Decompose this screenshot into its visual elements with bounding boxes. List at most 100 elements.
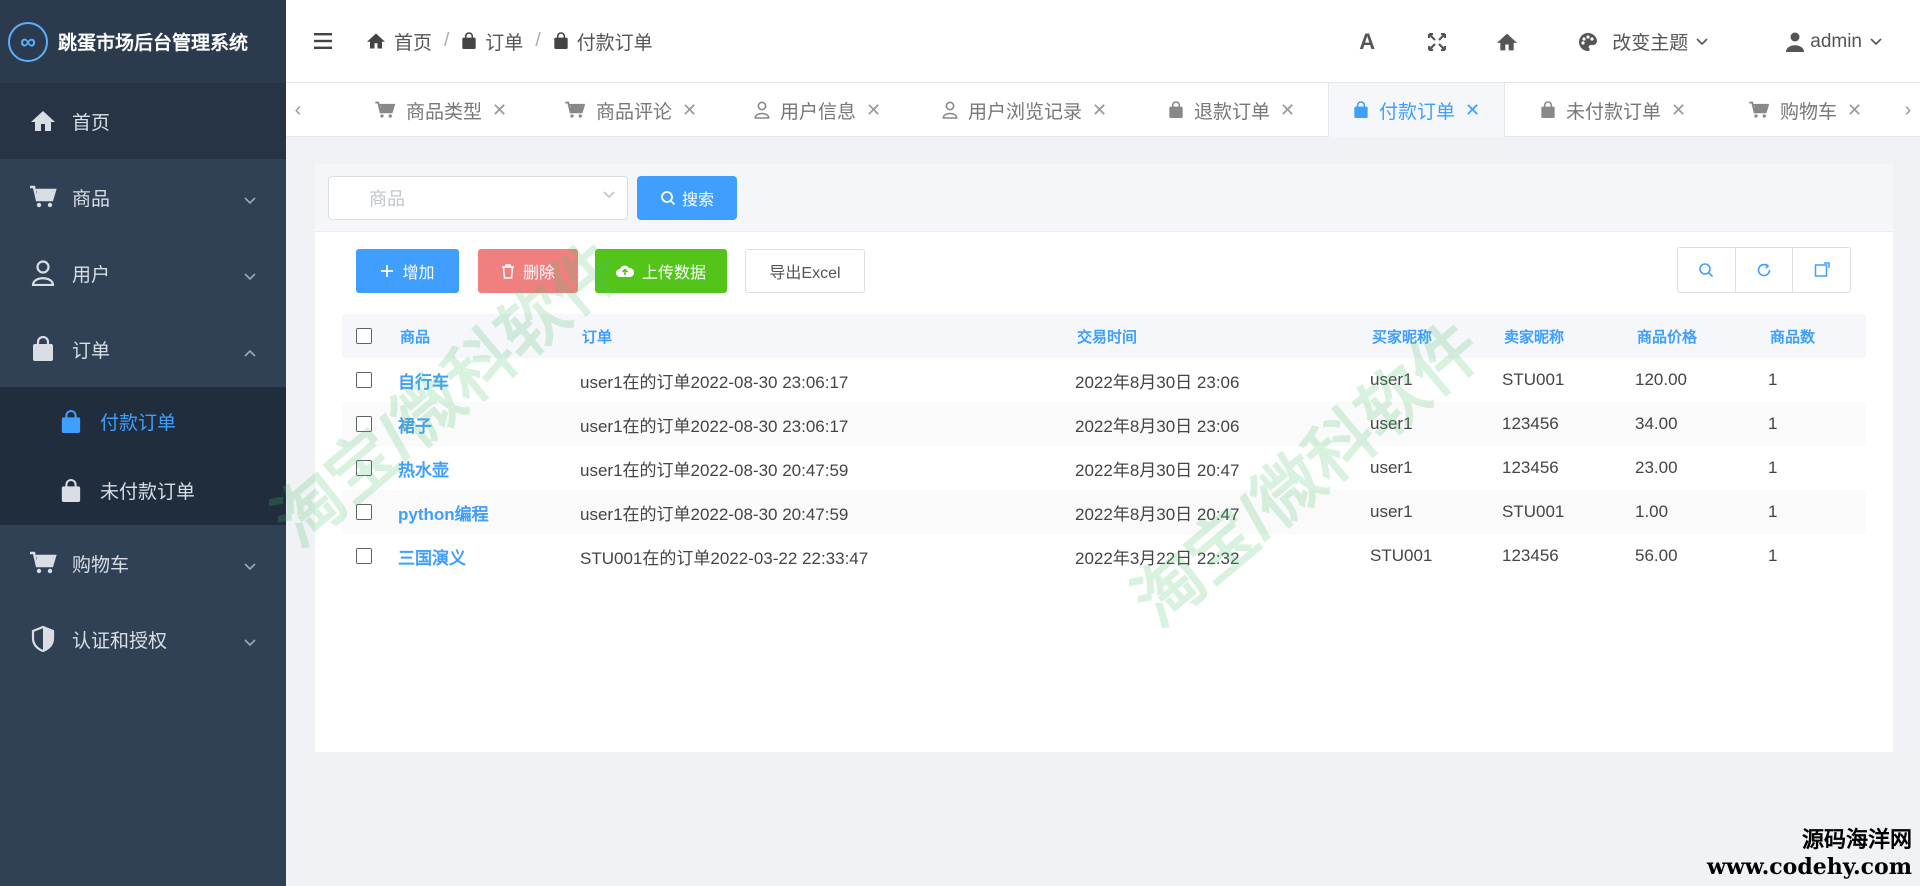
tab-user-browse[interactable]: 用户浏览记录 ✕	[942, 83, 1107, 137]
table-row[interactable]: 三国演义 STU001在的订单2022-03-22 22:33:47 2022年…	[342, 534, 1866, 578]
buyer-cell: user1	[1370, 414, 1413, 433]
refresh-button[interactable]	[1736, 248, 1794, 292]
delete-button[interactable]: 删除	[478, 249, 578, 293]
bag-icon	[1541, 101, 1555, 118]
sidebar-item-label: 未付款订单	[100, 482, 196, 503]
logo[interactable]: ∞ 跳蛋市场后台管理系统	[0, 0, 286, 83]
table-row[interactable]: 裙子 user1在的订单2022-08-30 23:06:17 2022年8月3…	[342, 402, 1866, 446]
sidebar-item-auth[interactable]: 认证和授权	[0, 601, 286, 677]
sidebar-item-home[interactable]: 首页	[0, 83, 286, 159]
time-cell: 2022年8月30日 23:06	[1075, 372, 1240, 392]
close-icon[interactable]: ✕	[682, 100, 697, 121]
product-link[interactable]: 自行车	[398, 358, 449, 402]
font-size-button[interactable]: A	[1332, 0, 1402, 83]
sidebar-item-goods[interactable]: 商品	[0, 159, 286, 235]
sidebar-item-label: 购物车	[72, 554, 130, 576]
cart-icon	[375, 101, 396, 118]
upload-button[interactable]: 上传数据	[595, 249, 727, 293]
sidebar-item-label: 用户	[72, 264, 111, 286]
theme-dropdown[interactable]: 改变主题	[1542, 0, 1740, 83]
sidebar-item-cart[interactable]: 购物车	[0, 525, 286, 601]
select-all-checkbox[interactable]	[356, 328, 372, 344]
column-header[interactable]: 订单	[582, 314, 612, 358]
tab-refund-orders[interactable]: 退款订单 ✕	[1168, 83, 1295, 137]
chevron-down-icon	[244, 265, 256, 287]
column-header[interactable]: 商品	[400, 314, 430, 358]
tab-goods-review[interactable]: 商品评论 ✕	[564, 83, 697, 137]
sidebar-item-order[interactable]: 订单	[0, 311, 286, 387]
row-checkbox[interactable]	[356, 504, 372, 520]
column-header[interactable]: 卖家昵称	[1504, 314, 1564, 358]
breadcrumb-order[interactable]: 订单	[461, 28, 523, 55]
user-icon	[1786, 32, 1805, 52]
close-icon[interactable]: ✕	[1847, 100, 1862, 121]
tab-cart[interactable]: 购物车 ✕	[1748, 83, 1862, 137]
row-checkbox[interactable]	[356, 460, 372, 476]
buyer-cell: STU001	[1370, 546, 1433, 565]
close-icon[interactable]: ✕	[492, 100, 507, 121]
time-cell: 2022年3月22日 22:32	[1075, 548, 1240, 568]
tab-unpaid-orders[interactable]: 未付款订单 ✕	[1540, 83, 1686, 137]
search-button[interactable]: 搜索	[637, 176, 737, 220]
add-button[interactable]: 增加	[356, 249, 459, 293]
badge-line-1: 源码海洋网	[1801, 827, 1912, 852]
column-header[interactable]: 交易时间	[1077, 314, 1137, 358]
price-cell: 34.00	[1635, 414, 1678, 433]
chevron-down-icon	[244, 631, 256, 653]
product-link[interactable]: 热水壶	[398, 446, 449, 490]
order-cell: user1在的订单2022-08-30 23:06:17	[580, 416, 849, 436]
row-checkbox[interactable]	[356, 416, 372, 432]
tab-goods-type[interactable]: 商品类型 ✕	[374, 83, 507, 137]
row-checkbox[interactable]	[356, 372, 372, 388]
seller-cell: 123456	[1502, 458, 1559, 477]
product-link[interactable]: python编程	[398, 490, 489, 534]
search-placeholder: 商品	[369, 189, 405, 209]
close-icon[interactable]: ✕	[866, 100, 881, 121]
breadcrumb-paid-orders: 付款订单	[553, 28, 653, 55]
cart-icon	[28, 548, 58, 578]
toggle-search-button[interactable]	[1678, 248, 1736, 292]
corner-badge: 源码海洋网 www.codehy.com	[1707, 822, 1912, 880]
sidebar-item-user[interactable]: 用户	[0, 235, 286, 311]
close-icon[interactable]: ✕	[1280, 100, 1295, 121]
export-excel-button[interactable]: 导出Excel	[745, 249, 865, 293]
user-icon	[28, 258, 58, 288]
bag-icon	[553, 32, 568, 49]
close-icon[interactable]: ✕	[1465, 100, 1480, 121]
product-link[interactable]: 三国演义	[398, 534, 466, 578]
tab-scroll-left-button[interactable]: ‹	[288, 83, 308, 137]
column-header[interactable]: 商品价格	[1637, 314, 1697, 358]
search-input[interactable]: 商品	[328, 176, 628, 220]
table-row[interactable]: 热水壶 user1在的订单2022-08-30 20:47:59 2022年8月…	[342, 446, 1866, 490]
qty-cell: 1	[1768, 546, 1778, 565]
breadcrumb-separator: /	[535, 30, 541, 51]
chevron-down-icon	[244, 189, 256, 211]
tab-paid-orders[interactable]: 付款订单 ✕	[1328, 83, 1506, 137]
palette-icon	[1579, 32, 1598, 51]
tab-user-info[interactable]: 用户信息 ✕	[754, 83, 881, 137]
seller-cell: STU001	[1502, 502, 1565, 521]
columns-button[interactable]	[1793, 248, 1850, 292]
columns-icon	[1814, 262, 1830, 277]
close-icon[interactable]: ✕	[1671, 100, 1686, 121]
column-header[interactable]: 商品数	[1770, 314, 1815, 358]
row-checkbox[interactable]	[356, 548, 372, 564]
breadcrumb-home[interactable]: 首页	[366, 28, 432, 55]
table-row[interactable]: 自行车 user1在的订单2022-08-30 23:06:17 2022年8月…	[342, 358, 1866, 402]
cloud-upload-icon	[615, 265, 634, 277]
sidebar-item-paid-orders[interactable]: 付款订单	[0, 387, 286, 456]
fullscreen-button[interactable]	[1402, 0, 1472, 83]
sidebar-item-unpaid-orders[interactable]: 未付款订单	[0, 456, 286, 525]
hamburger-button[interactable]	[314, 32, 366, 50]
home-button[interactable]	[1472, 0, 1542, 83]
chevron-down-icon	[1696, 37, 1708, 45]
search-icon	[1699, 263, 1714, 278]
tab-scroll-right-button[interactable]: ›	[1898, 83, 1918, 137]
product-link[interactable]: 裙子	[398, 402, 432, 446]
column-header[interactable]: 买家昵称	[1372, 314, 1432, 358]
seller-cell: STU001	[1502, 370, 1565, 389]
badge-line-2: www.codehy.com	[1707, 854, 1912, 880]
user-dropdown[interactable]: admin	[1740, 0, 1920, 83]
table-row[interactable]: python编程 user1在的订单2022-08-30 20:47:59 20…	[342, 490, 1866, 534]
close-icon[interactable]: ✕	[1092, 100, 1107, 121]
